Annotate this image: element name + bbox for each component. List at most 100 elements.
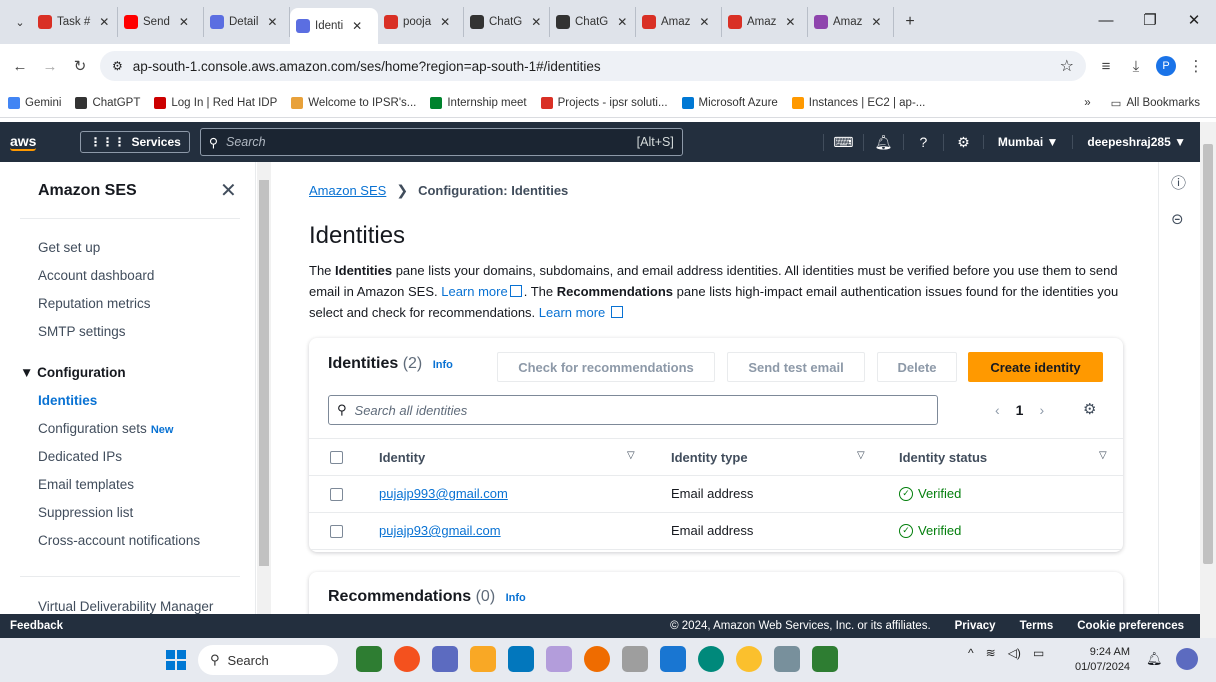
- page-scrollbar[interactable]: [1200, 122, 1216, 638]
- table-row[interactable]: pujajp993@gmail.com Email address ✓ Verifie…: [309, 476, 1123, 513]
- check-recommendations-button[interactable]: Check for recommendations: [497, 352, 715, 382]
- volume-icon[interactable]: ◁): [1008, 646, 1021, 660]
- column-header-identity[interactable]: Identity: [379, 450, 425, 465]
- browser-tab[interactable]: ChatG ✕: [464, 7, 550, 37]
- sort-caret-icon[interactable]: ▽: [857, 450, 865, 461]
- console-search-input[interactable]: ⚲ Search [Alt+S]: [199, 128, 683, 156]
- sidebar-item[interactable]: Suppression list: [38, 505, 133, 520]
- browser-tab[interactable]: Task # ✕: [32, 7, 118, 37]
- bookmark-item[interactable]: Microsoft Azure: [681, 96, 778, 109]
- minimize-icon[interactable]: —: [1084, 12, 1128, 29]
- aws-logo[interactable]: aws: [10, 134, 52, 151]
- sidebar-item-vdm[interactable]: Virtual Deliverability Manager: [38, 599, 213, 614]
- select-all-checkbox[interactable]: [330, 451, 343, 464]
- close-tab-icon[interactable]: ✕: [531, 15, 541, 29]
- battery-icon[interactable]: ▭: [1033, 646, 1044, 660]
- tutorial-panel-icon[interactable]: ⊝: [1171, 210, 1184, 228]
- back-icon[interactable]: ←: [10, 58, 30, 75]
- close-tab-icon[interactable]: ✕: [352, 19, 362, 33]
- close-tab-icon[interactable]: ✕: [617, 15, 627, 29]
- file-explorer-icon[interactable]: [470, 646, 496, 672]
- vscode-icon[interactable]: [660, 646, 686, 672]
- bookmark-star-icon[interactable]: ☆: [1060, 56, 1074, 76]
- restore-icon[interactable]: ❐: [1128, 11, 1172, 29]
- browser-tab[interactable]: pooja ✕: [378, 7, 464, 37]
- sort-caret-icon[interactable]: ▽: [1099, 450, 1107, 461]
- close-tab-icon[interactable]: ✕: [99, 15, 109, 29]
- sidebar-item[interactable]: Identities: [38, 393, 97, 408]
- app-icon[interactable]: [584, 646, 610, 672]
- breadcrumb-ses-link[interactable]: Amazon SES: [309, 183, 386, 198]
- sort-caret-icon[interactable]: ▽: [627, 450, 635, 461]
- table-row[interactable]: pujajp93@gmail.com Email address ✓ Verified: [309, 513, 1123, 550]
- terms-link[interactable]: Terms: [1020, 620, 1054, 632]
- close-tab-icon[interactable]: ✕: [699, 15, 709, 29]
- next-page-icon[interactable]: ›: [1039, 402, 1044, 418]
- notification-bell-icon[interactable]: 🔔︎: [1146, 651, 1163, 667]
- identity-link[interactable]: pujajp993@gmail.com: [379, 486, 508, 501]
- bookmark-item[interactable]: ChatGPT: [75, 96, 140, 109]
- notifications-bell-icon[interactable]: 🔔︎: [862, 133, 903, 151]
- row-checkbox[interactable]: [330, 525, 343, 538]
- wifi-icon[interactable]: ≋: [986, 646, 996, 660]
- browser-tab[interactable]: Amaz ✕: [636, 7, 722, 37]
- chrome-icon[interactable]: [736, 646, 762, 672]
- browser-menu-icon[interactable]: ⋮: [1186, 57, 1206, 75]
- page-scroll-thumb[interactable]: [1203, 144, 1213, 564]
- close-tab-icon[interactable]: ✕: [179, 15, 189, 29]
- sidebar-item[interactable]: Cross-account notifications: [38, 533, 200, 548]
- widgets-icon[interactable]: [1176, 648, 1198, 670]
- database-icon[interactable]: [622, 646, 648, 672]
- send-test-email-button[interactable]: Send test email: [727, 352, 865, 382]
- account-menu[interactable]: deepeshraj285 ▼: [1072, 135, 1200, 149]
- bookmark-item[interactable]: Projects - ipsr soluti...: [540, 96, 668, 109]
- site-info-icon[interactable]: ⚙: [112, 59, 123, 73]
- app-icon[interactable]: [356, 646, 382, 672]
- browser-tab[interactable]: Detail ✕: [204, 7, 290, 37]
- sidebar-scroll-thumb[interactable]: [259, 180, 269, 566]
- tray-overflow-icon[interactable]: ^: [968, 646, 974, 660]
- learn-more-link[interactable]: Learn more: [539, 305, 605, 320]
- feedback-link[interactable]: Feedback: [10, 620, 63, 632]
- identity-link[interactable]: pujajp93@gmail.com: [379, 523, 501, 538]
- bookmark-item[interactable]: Gemini: [8, 96, 61, 109]
- sidebar-item[interactable]: Dedicated IPs: [38, 449, 122, 464]
- page-number[interactable]: 1: [1016, 402, 1024, 418]
- profile-avatar[interactable]: P: [1156, 56, 1176, 76]
- privacy-link[interactable]: Privacy: [955, 620, 996, 632]
- close-window-icon[interactable]: ✕: [1172, 11, 1216, 29]
- identities-search-input[interactable]: ⚲ Search all identities: [328, 395, 938, 425]
- sidebar-scrollbar[interactable]: [257, 162, 271, 614]
- sidebar-item[interactable]: Email templates: [38, 477, 134, 492]
- region-selector[interactable]: Mumbai ▼: [982, 135, 1073, 149]
- browser-tab[interactable]: Send ✕: [118, 7, 204, 37]
- reading-list-icon[interactable]: ≡: [1096, 58, 1116, 75]
- settings-gear-icon[interactable]: ⚙: [942, 133, 983, 151]
- tab-search-icon[interactable]: ⌄: [8, 10, 32, 34]
- table-preferences-gear-icon[interactable]: ⚙: [1083, 400, 1096, 418]
- info-link[interactable]: Info: [433, 359, 453, 371]
- sidebar-item[interactable]: Get set up: [38, 240, 100, 255]
- windows-start-icon[interactable]: [166, 650, 186, 670]
- download-icon[interactable]: ⤓: [1126, 58, 1146, 75]
- prev-page-icon[interactable]: ‹: [995, 402, 1000, 418]
- learn-more-link[interactable]: Learn more: [441, 284, 507, 299]
- bookmark-item[interactable]: Welcome to IPSR's...: [291, 96, 416, 109]
- bookmark-item[interactable]: Log In | Red Hat IDP: [154, 96, 277, 109]
- new-tab-button[interactable]: +: [898, 10, 922, 34]
- column-header-status[interactable]: Identity status: [899, 450, 987, 465]
- close-sidebar-icon[interactable]: ✕: [220, 178, 237, 203]
- browser-tab[interactable]: Amaz ✕: [808, 7, 894, 37]
- taskbar-search[interactable]: ⚲ Search: [198, 645, 338, 675]
- edge-icon[interactable]: [698, 646, 724, 672]
- close-tab-icon[interactable]: ✕: [267, 15, 277, 29]
- more-bookmarks-icon[interactable]: »: [1084, 97, 1090, 109]
- cloudshell-icon[interactable]: ⌨: [822, 133, 863, 151]
- app-icon[interactable]: [774, 646, 800, 672]
- taskbar-clock[interactable]: 9:24 AM 01/07/2024: [1075, 645, 1130, 675]
- close-tab-icon[interactable]: ✕: [871, 15, 881, 29]
- app-icon[interactable]: [546, 646, 572, 672]
- close-tab-icon[interactable]: ✕: [440, 15, 450, 29]
- help-icon[interactable]: ?: [902, 134, 943, 150]
- app-icon[interactable]: [394, 646, 420, 672]
